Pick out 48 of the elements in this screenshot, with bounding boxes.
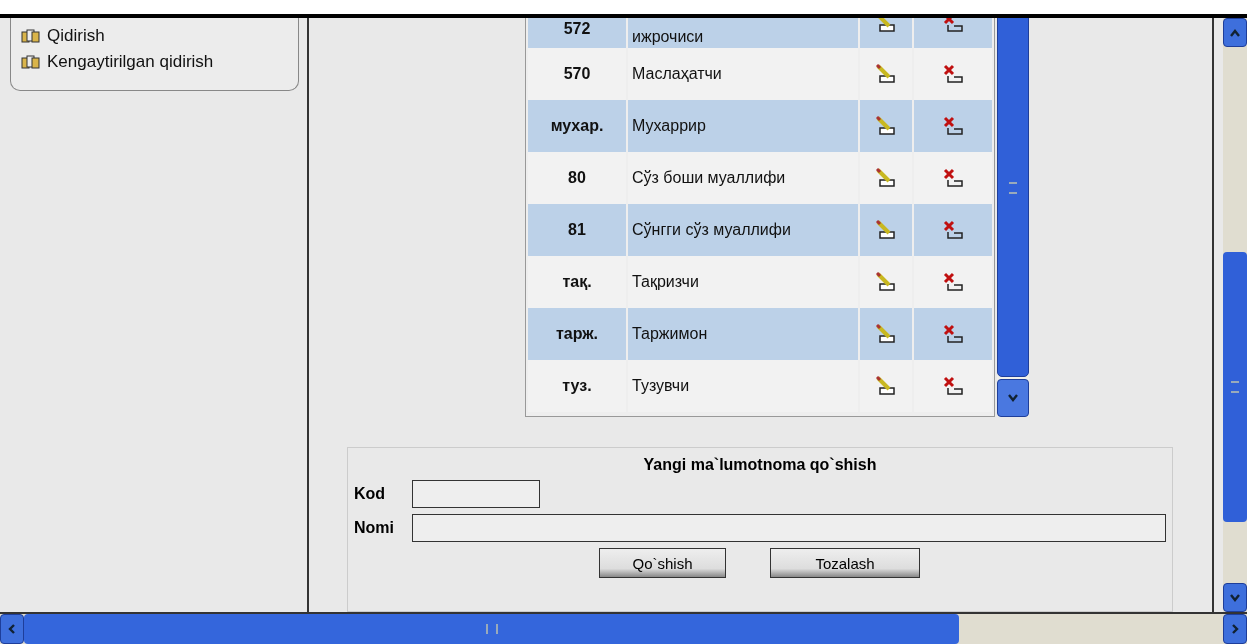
delete-icon[interactable]	[942, 376, 964, 396]
grip-icon	[1009, 181, 1017, 194]
code-cell: туз.	[528, 360, 626, 412]
delete-icon[interactable]	[942, 324, 964, 344]
name-cell: ижрочиси	[628, 18, 858, 48]
books-icon	[21, 54, 41, 70]
name-cell: Маслаҳатчи	[628, 48, 858, 100]
delete-icon[interactable]	[942, 64, 964, 84]
delete-icon[interactable]	[942, 168, 964, 188]
edit-pencil-icon[interactable]	[875, 220, 897, 240]
form-button[interactable]: Tozalash	[770, 548, 920, 578]
grip-icon	[485, 624, 498, 634]
code-cell: 80	[528, 152, 626, 204]
name-cell: Сўнгги сўз муаллифи	[628, 204, 858, 256]
code-cell: 572	[528, 18, 626, 48]
books-icon	[21, 28, 41, 44]
form-title: Yangi ma`lumotnoma qo`shish	[642, 456, 878, 474]
sidebar-link[interactable]: Qidirish	[47, 26, 105, 46]
code-cell: тарж.	[528, 308, 626, 360]
delete-icon[interactable]	[942, 220, 964, 240]
edit-pencil-icon[interactable]	[875, 168, 897, 188]
code-cell: 570	[528, 48, 626, 100]
input-field[interactable]	[412, 480, 540, 508]
input-field[interactable]	[411, 514, 1166, 542]
edit-pencil-icon[interactable]	[875, 376, 897, 396]
sidebar-link[interactable]: Kengaytirilgan qidirish	[47, 52, 214, 72]
code-cell: тақ.	[528, 256, 626, 308]
field-label: Kod	[354, 485, 387, 503]
edit-pencil-icon[interactable]	[875, 324, 897, 344]
name-cell: Сўз боши муаллифи	[628, 152, 858, 204]
page-scrollbar[interactable]	[1223, 18, 1247, 612]
table-scrollbar[interactable]	[997, 18, 1029, 417]
field-label: Nomi	[354, 519, 395, 537]
name-cell: Тақризчи	[628, 256, 858, 308]
edit-pencil-icon[interactable]	[875, 272, 897, 292]
form-button[interactable]: Qo`shish	[599, 548, 726, 578]
code-cell: 81	[528, 204, 626, 256]
name-cell: Тузувчи	[628, 360, 858, 412]
name-cell: Таржимон	[628, 308, 858, 360]
delete-icon[interactable]	[942, 116, 964, 136]
grip-icon	[1231, 381, 1239, 393]
delete-icon[interactable]	[942, 272, 964, 292]
edit-pencil-icon[interactable]	[875, 116, 897, 136]
name-cell: Мухаррир	[628, 100, 858, 152]
horizontal-scrollbar[interactable]	[0, 612, 1247, 644]
delete-icon[interactable]	[942, 18, 964, 33]
edit-pencil-icon[interactable]	[875, 64, 897, 84]
code-cell: мухар.	[528, 100, 626, 152]
